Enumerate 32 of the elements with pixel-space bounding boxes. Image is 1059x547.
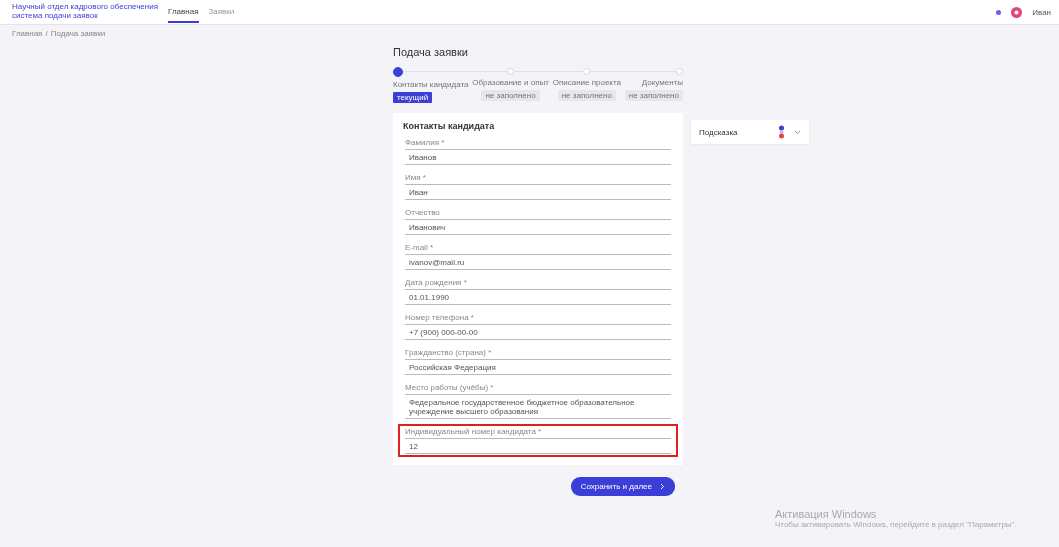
- dots-icon: [777, 125, 786, 139]
- text-field[interactable]: Отчество Иванович: [398, 205, 678, 238]
- nav-tab[interactable]: Главная: [168, 1, 199, 23]
- text-field[interactable]: Номер телефона * +7 (900) 000-00-00: [398, 310, 678, 343]
- form-title: Контакты кандидата: [403, 121, 496, 131]
- step-status-badge: текущий: [393, 92, 433, 103]
- logo-text[interactable]: Научный отдел кадрового обеспечения система подачи заявок: [12, 3, 159, 21]
- text-field[interactable]: Место работы (учёбы) * Федеральное государственное бюджетное образовательное учреждение высшего образования: [398, 380, 678, 422]
- windows-activation-notice: Активация Windows Чтобы активировать Windows, перейдите в раздел "Параметры".: [775, 508, 1017, 529]
- chevron-right-icon: [660, 483, 665, 490]
- chevron-down-icon[interactable]: [794, 129, 801, 135]
- step-status-badge: не заполнено: [557, 90, 616, 101]
- step-status-badge: не заполнено: [481, 90, 540, 101]
- notification-dot-icon[interactable]: [996, 9, 1002, 15]
- text-field[interactable]: Имя * Иван: [398, 170, 678, 203]
- step-status-badge: не заполнено: [624, 90, 683, 101]
- step-label[interactable]: Описание проекта: [552, 78, 621, 87]
- step-label[interactable]: Образование и опыт: [472, 78, 549, 87]
- user-name[interactable]: Иван: [1032, 7, 1051, 17]
- help-title: Подсказка: [699, 127, 739, 137]
- text-field[interactable]: E-mail * ivanov@mail.ru: [398, 240, 678, 273]
- text-field[interactable]: Индивидуальный номер кандидата * 12: [398, 424, 678, 457]
- avatar-icon[interactable]: [1011, 6, 1023, 18]
- text-field[interactable]: Фамилия * Иванов: [398, 135, 678, 168]
- breadcrumb-separator: /: [45, 29, 48, 38]
- step-label[interactable]: Документы: [641, 78, 683, 87]
- step-label[interactable]: Контакты кандидата: [393, 80, 469, 89]
- save-and-next-button[interactable]: Сохранить и далее: [570, 477, 675, 496]
- help-card[interactable]: Подсказка: [691, 120, 809, 144]
- page-title: Подача заявки: [393, 46, 469, 58]
- text-field[interactable]: Дата рождения * 01.01.1990: [398, 275, 678, 308]
- text-field[interactable]: Гражданство (страна) * Российская Федерация: [398, 345, 678, 378]
